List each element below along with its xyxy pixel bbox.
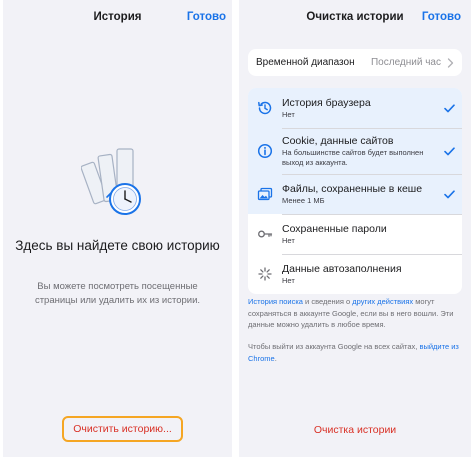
option-subtitle: На большинстве сайтов будет выполнен вых… [282, 147, 424, 167]
option-cached-files[interactable]: Файлы, сохраненные в кеше Менее 1 МБ [248, 174, 462, 214]
note-text: Чтобы выйти из аккаунта Google на всех с… [248, 342, 420, 351]
time-range-label: Временной диапазон [256, 57, 355, 68]
option-title: Cookie, данные сайтов [282, 134, 394, 147]
clear-history-highlight: Очистить историю... [62, 416, 183, 442]
done-button[interactable]: Готово [187, 11, 226, 23]
time-range-row[interactable]: Временной диапазон Последний час [248, 49, 462, 76]
empty-state-description: Вы можете посмотреть посещенные страницы… [34, 281, 201, 306]
empty-state-title: Здесь вы найдете свою историю [15, 238, 220, 253]
option-subtitle: Нет [282, 235, 295, 245]
option-cookies[interactable]: Cookie, данные сайтов На большинстве сай… [248, 128, 462, 174]
clear-history-confirm-button[interactable]: Очистка истории [239, 424, 471, 436]
option-title: Файлы, сохраненные в кеше [282, 182, 423, 195]
option-subtitle: Менее 1 МБ [282, 195, 325, 205]
history-screen: История Готово Здесь вы найдете свою ист… [3, 0, 232, 457]
option-browsing-history[interactable]: История браузера Нет [248, 88, 462, 128]
images-icon [257, 187, 273, 201]
done-button[interactable]: Готово [422, 11, 461, 23]
checkmark-icon [443, 146, 455, 155]
option-subtitle: Нет [282, 275, 295, 285]
history-illustration-icon [81, 148, 141, 215]
other-activity-link[interactable]: других действиях [352, 297, 413, 306]
time-range-value: Последний час [370, 57, 441, 68]
sign-out-note: Чтобы выйти из аккаунта Google на всех с… [248, 341, 464, 364]
clear-history-screen: Очистка истории Готово Временной диапазо… [239, 0, 471, 457]
checkmark-icon [443, 189, 455, 198]
account-activity-note: История поиска и сведения о других дейст… [248, 296, 464, 331]
data-type-list: История браузера Нет Cookie, данные сайт… [248, 88, 462, 294]
option-autofill-data[interactable]: Данные автозаполнения Нет [248, 254, 462, 294]
history-icon [258, 101, 272, 115]
option-subtitle: Нет [282, 109, 295, 119]
search-history-link[interactable]: История поиска [248, 297, 303, 306]
note-text: и сведения о [302, 297, 353, 306]
key-icon [258, 230, 273, 238]
option-title: Данные автозаполнения [282, 262, 402, 275]
chevron-right-icon [447, 57, 454, 68]
option-title: Сохраненные пароли [282, 222, 387, 235]
info-icon [257, 143, 273, 159]
checkmark-icon [443, 103, 455, 112]
clear-history-button[interactable]: Очистить историю... [73, 423, 172, 435]
autofill-icon [258, 267, 272, 281]
note-text: . [274, 353, 277, 363]
option-saved-passwords[interactable]: Сохраненные пароли Нет [248, 214, 462, 254]
option-title: История браузера [282, 96, 371, 109]
